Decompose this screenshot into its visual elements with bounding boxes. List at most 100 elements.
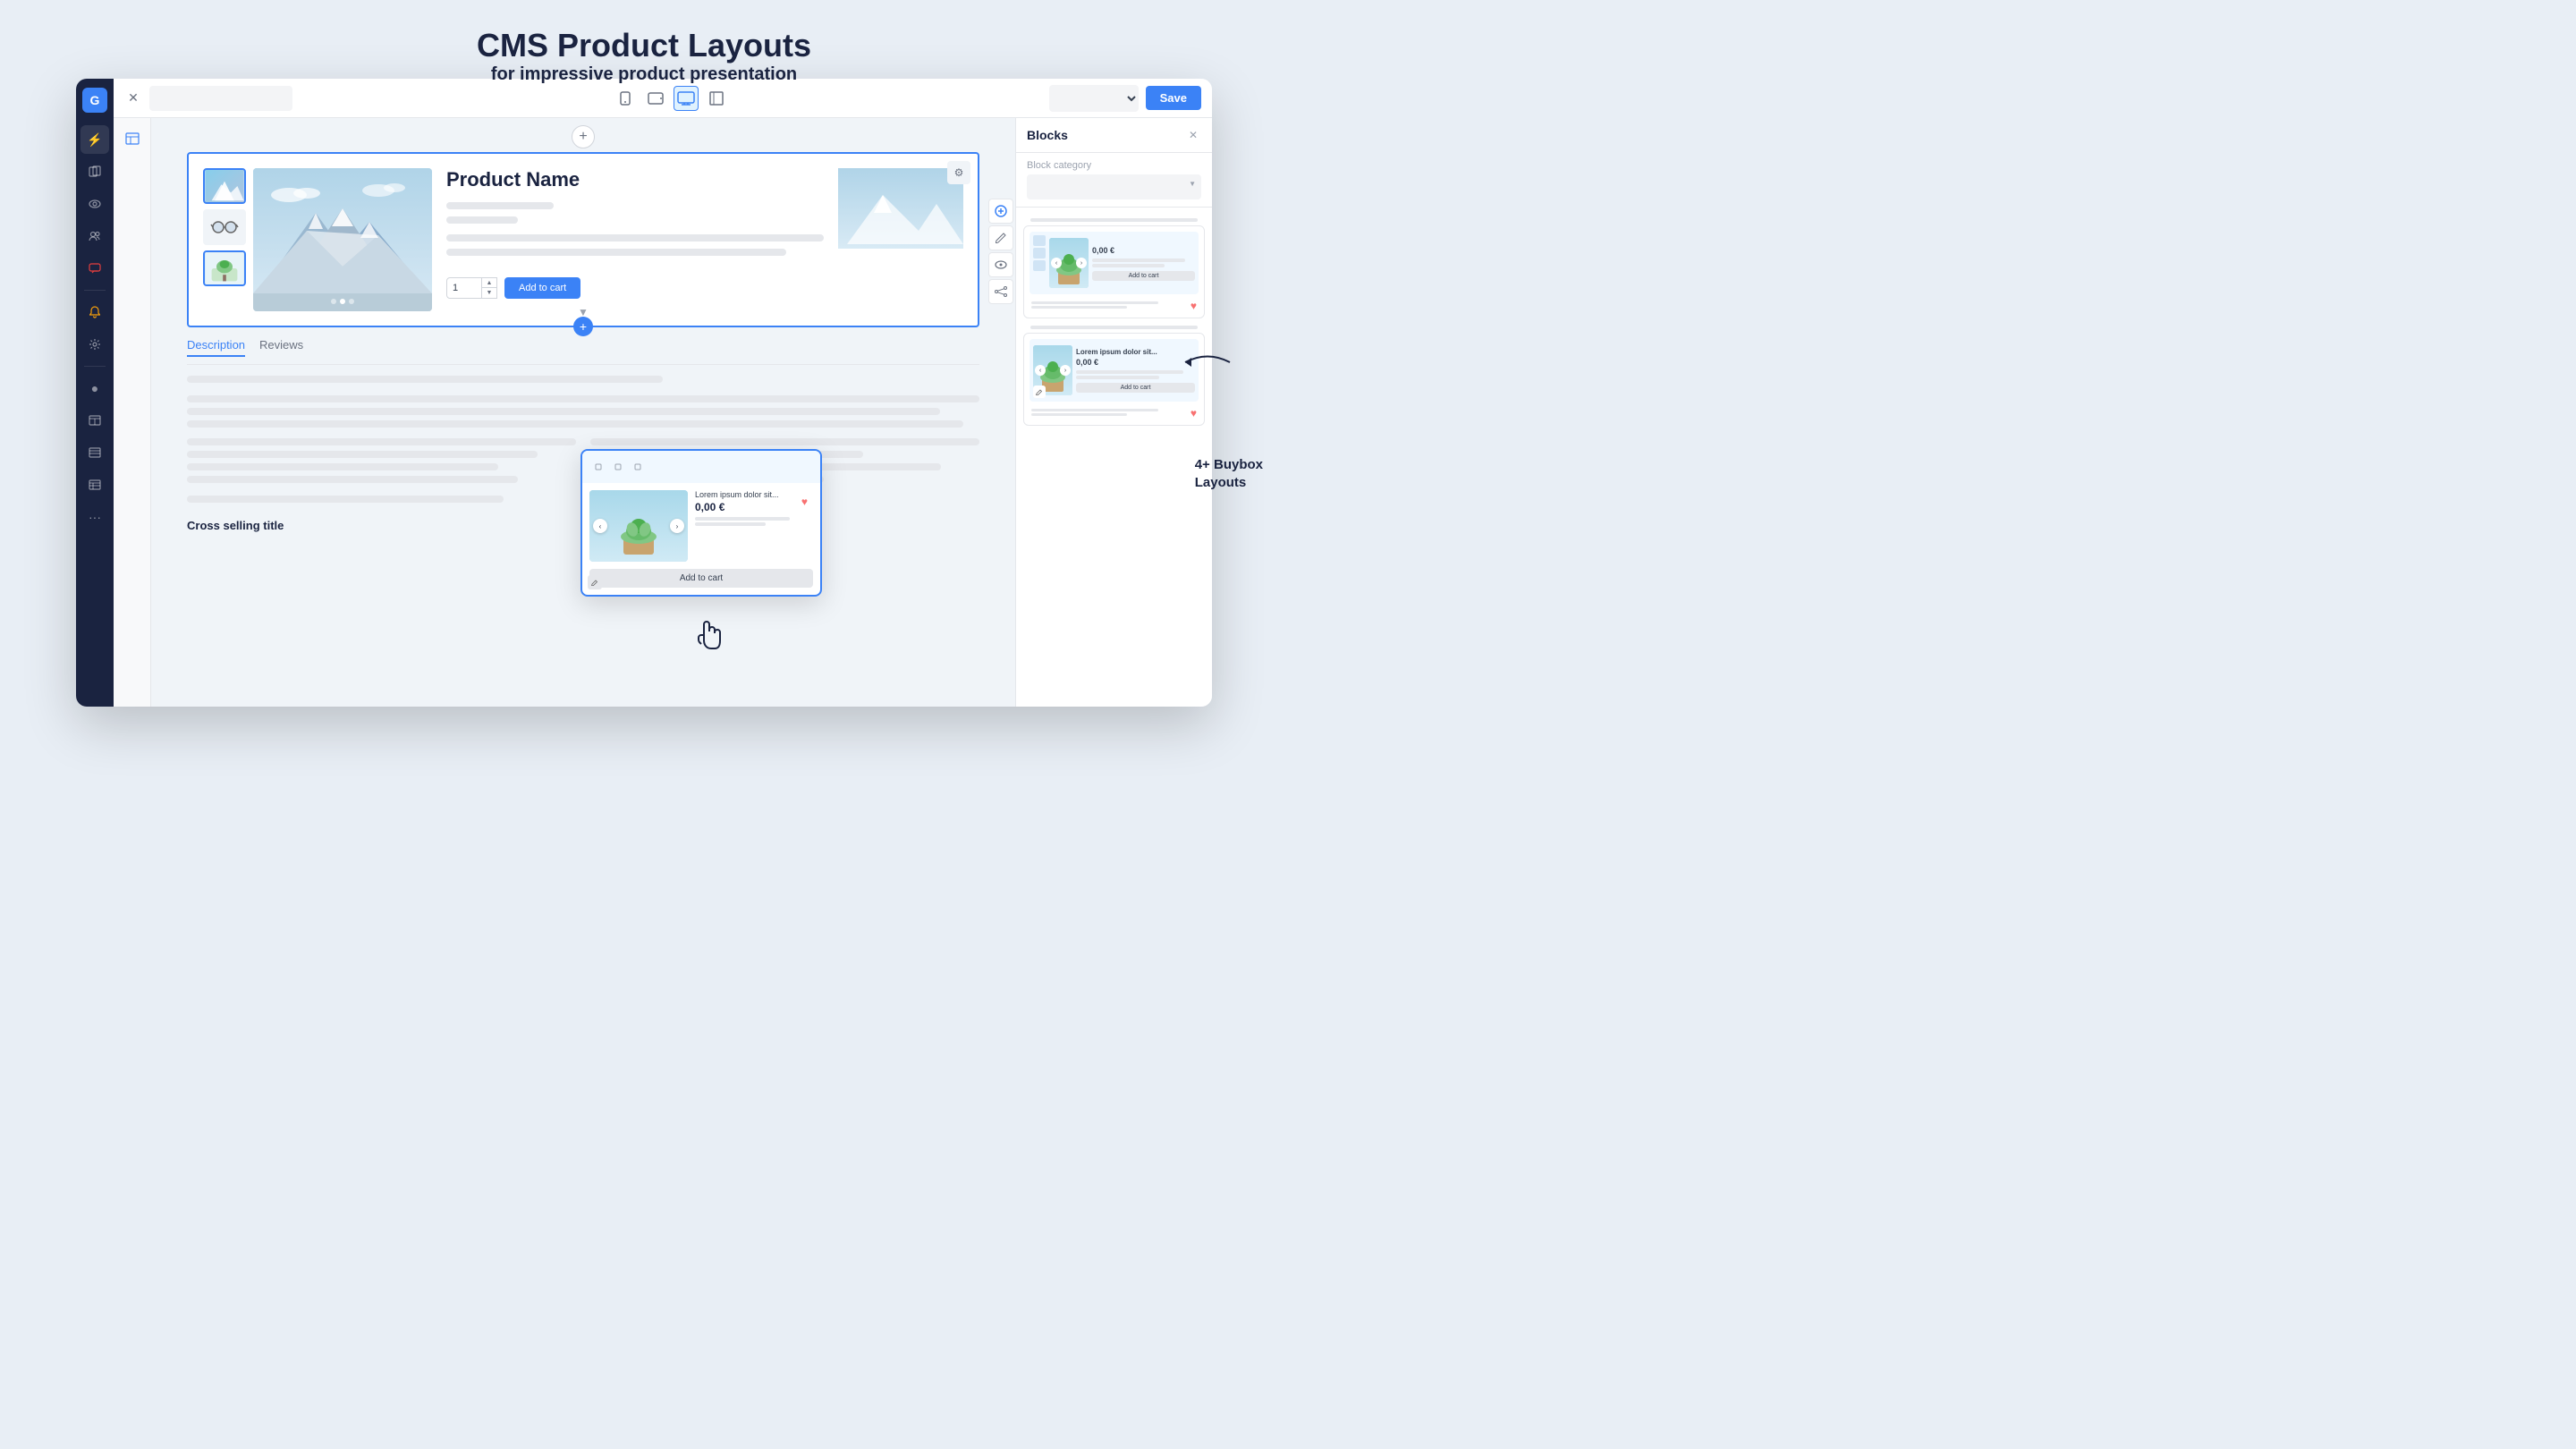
bp-price-1: 0,00 € (1092, 246, 1195, 255)
buybox-next-button[interactable]: › (670, 519, 684, 533)
buybox-popup: ‹ › Lorem ipsum dolor sit... 0,00 € ♥ (580, 449, 822, 597)
bp-bar-1 (1092, 258, 1185, 262)
bp-bar-2 (1092, 264, 1165, 267)
block-preview-content-1: ‹ › 0,00 € Add to cart (1030, 234, 1199, 292)
tab-description[interactable]: Description (187, 338, 245, 357)
desc-line-2 (187, 395, 979, 402)
buybox-image: ‹ › (589, 490, 688, 562)
sidebar-divider-1 (84, 290, 106, 291)
panel-add-button[interactable] (988, 199, 1013, 224)
buybox-price: 0,00 € (695, 501, 813, 513)
blocks-separator-2 (1030, 326, 1198, 329)
sidebar-icon-table1[interactable] (80, 406, 109, 435)
bp-title-2: Lorem ipsum dolor sit... (1076, 348, 1195, 356)
bp-image-1: ‹ › (1049, 238, 1089, 288)
buybox-nav-icon-3 (629, 458, 647, 476)
sidebar-icon-bell[interactable] (80, 298, 109, 326)
dot-2 (340, 299, 345, 304)
block-card-2-inner: ‹ › Lorem ipsum dolor sit... 0,00 € (1024, 334, 1204, 425)
blocks-content: ‹ › 0,00 € Add to cart (1016, 208, 1212, 707)
block-card-2[interactable]: ‹ › Lorem ipsum dolor sit... 0,00 € (1023, 333, 1205, 426)
section-settings-button[interactable]: ⚙ (947, 161, 970, 184)
block-footer-2: ♥ (1030, 405, 1199, 419)
bp-add-cart-2: Add to cart (1076, 383, 1195, 393)
add-block-plus-button[interactable]: + (573, 317, 593, 336)
quantity-input[interactable] (446, 277, 482, 299)
sidebar-icon-chat[interactable] (80, 254, 109, 283)
app-sidebar: G ⚡ (76, 79, 114, 707)
block-preview-content-2: ‹ › Lorem ipsum dolor sit... 0,00 € (1030, 342, 1199, 399)
buybox-edit-icon (588, 575, 602, 589)
desc-col-left-4 (187, 476, 518, 483)
rating-placeholder (446, 216, 518, 224)
main-area: ✕ (114, 79, 1212, 707)
thumbnail-2[interactable] (203, 209, 246, 245)
quantity-control: ▲ ▼ Add to cart (446, 277, 824, 299)
main-product-image (253, 168, 432, 311)
bdbar-2 (1031, 306, 1127, 309)
sidebar-icon-settings[interactable] (80, 330, 109, 359)
blocks-panel: Blocks ✕ Block category ▼ (1015, 118, 1212, 707)
block-category-select[interactable] (1027, 174, 1201, 199)
quantity-down[interactable]: ▼ (482, 288, 496, 298)
thumbnail-3[interactable] (203, 250, 246, 286)
sidebar-icon-more[interactable]: ··· (80, 503, 109, 531)
bp-edit-icon-2 (1033, 386, 1046, 398)
add-block-bar: + (151, 118, 1015, 152)
sidebar-icon-table3[interactable] (80, 470, 109, 499)
desc-placeholder-2 (446, 249, 786, 256)
sidebar-icon-users[interactable] (80, 222, 109, 250)
product-tabs: Description Reviews (187, 338, 979, 365)
sidebar-icon-lightning[interactable]: ⚡ (80, 125, 109, 154)
content-area: + ⚙ (151, 118, 1015, 707)
page-header: CMS Product Layouts for impressive produ… (0, 0, 1288, 103)
heart-icon[interactable]: ♥ (801, 496, 808, 508)
panel-edit-button[interactable] (988, 225, 1013, 250)
arrow-annotation (1181, 349, 1234, 380)
product-section: ⚙ (187, 152, 979, 327)
bp-price-2: 0,00 € (1076, 358, 1195, 367)
buybox-annotation-text: 4+ BuyboxLayouts (1195, 456, 1263, 491)
bp-info-2: Lorem ipsum dolor sit... 0,00 € Add to c… (1076, 348, 1195, 393)
product-layout: Product Name ▲ ▼ (189, 154, 978, 326)
sidebar-icon-table2[interactable] (80, 438, 109, 467)
panel-share-button[interactable] (988, 279, 1013, 304)
buybox-bar-1 (695, 517, 790, 521)
browser-window: G ⚡ (76, 79, 1212, 707)
sidebar-icon-circle[interactable]: ● (80, 374, 109, 402)
blocks-close-button[interactable]: ✕ (1185, 127, 1201, 143)
quantity-arrows: ▲ ▼ (482, 277, 497, 299)
panel-actions (988, 199, 1013, 304)
bp-add-cart-1: Add to cart (1092, 271, 1195, 281)
block-2-heart[interactable]: ♥ (1191, 407, 1197, 419)
arrow-icon (1181, 349, 1234, 380)
sidebar-icon-pages[interactable] (80, 157, 109, 186)
panel-eye-button[interactable] (988, 252, 1013, 277)
block-card-1-inner: ‹ › 0,00 € Add to cart (1024, 226, 1204, 318)
page-tool-layout[interactable] (119, 125, 146, 152)
add-block-button[interactable]: + (572, 125, 595, 148)
block-1-heart[interactable]: ♥ (1191, 300, 1197, 312)
buybox-add-to-cart-button[interactable]: Add to cart (589, 569, 813, 588)
add-to-cart-button[interactable]: Add to cart (504, 277, 580, 299)
bdbar-3 (1031, 409, 1158, 411)
page-subtitle: for impressive product presentation (0, 64, 1288, 85)
thumbnail-1[interactable] (203, 168, 246, 204)
tab-reviews[interactable]: Reviews (259, 338, 303, 357)
buybox-nav-icon-1 (589, 458, 607, 476)
dot-3 (349, 299, 354, 304)
bp-thumb-3 (1033, 260, 1046, 271)
sidebar-icon-eye[interactable] (80, 190, 109, 218)
thumbnails (203, 168, 246, 311)
desc-placeholder-1 (446, 234, 824, 242)
bp-thumb-1 (1033, 235, 1046, 246)
block-card-1[interactable]: ‹ › 0,00 € Add to cart (1023, 225, 1205, 318)
quantity-up[interactable]: ▲ (482, 278, 496, 288)
buybox-prev-button[interactable]: ‹ (593, 519, 607, 533)
block-desc-2 (1031, 409, 1191, 418)
bp-bar-4 (1076, 376, 1159, 379)
sidebar-divider-2 (84, 366, 106, 367)
desc-col-left-3 (187, 463, 498, 470)
desc-line-3 (187, 408, 940, 415)
buybox-nav-overlay: ‹ › (589, 519, 688, 533)
